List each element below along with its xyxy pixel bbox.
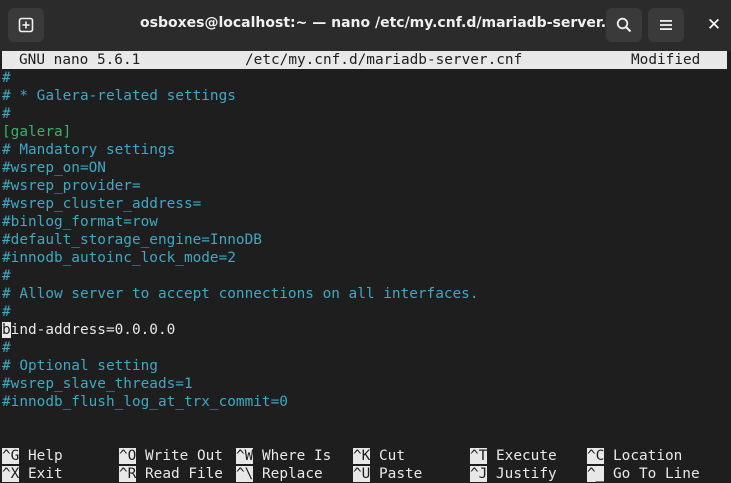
search-button[interactable]	[606, 8, 642, 42]
nano-status: Modified	[631, 52, 701, 68]
line-19: #innodb_flush_log_at_trx_commit=0	[2, 394, 288, 410]
shortcut-help[interactable]: ^G Help	[2, 447, 63, 465]
search-icon	[616, 17, 632, 33]
shortcut-key: ^C	[587, 448, 605, 464]
menu-button[interactable]	[648, 8, 684, 42]
editor-content[interactable]: # # * Galera-related settings # [galera]…	[2, 69, 727, 411]
close-icon: ✕	[706, 15, 722, 35]
shortcut-key: ^U	[353, 466, 371, 482]
line-2: # * Galera-related settings	[2, 88, 236, 104]
terminal-window: osboxes@localhost:~ — nano /etc/my.cnf.d…	[0, 0, 731, 482]
shortcut-key: ^K	[353, 448, 371, 464]
close-button[interactable]: ✕	[697, 8, 731, 42]
line-4: [galera]	[2, 124, 72, 140]
line-3: #	[2, 106, 11, 122]
text-cursor: b	[2, 322, 11, 338]
shortcut-justify[interactable]: ^J Justify	[470, 465, 557, 483]
nano-filename: /etc/my.cnf.d/mariadb-server.cnf	[245, 52, 523, 68]
shortcut-key: ^X	[2, 466, 20, 482]
line-7: #wsrep_provider=	[2, 178, 141, 194]
shortcut-execute[interactable]: ^T Execute	[470, 447, 557, 465]
shortcut-replace[interactable]: ^\ Replace	[236, 465, 323, 483]
shortcut-key: ^J	[470, 466, 488, 482]
terminal-area[interactable]: GNU nano 5.6.1 /etc/my.cnf.d/mariadb-ser…	[0, 51, 731, 482]
shortcut-cut[interactable]: ^K Cut	[353, 447, 405, 465]
shortcut-label: Location	[613, 448, 683, 464]
title-bar: osboxes@localhost:~ — nano /etc/my.cnf.d…	[0, 0, 731, 52]
line-6: #wsrep_on=ON	[2, 160, 106, 176]
nano-header-bar: GNU nano 5.6.1 /etc/my.cnf.d/mariadb-ser…	[2, 51, 727, 69]
shortcut-label: Execute	[496, 448, 557, 464]
shortcut-where-is[interactable]: ^W Where Is	[236, 447, 331, 465]
shortcut-label: Justify	[496, 466, 557, 482]
line-9: #binlog_format=row	[2, 214, 158, 230]
shortcut-key: ^G	[2, 448, 20, 464]
line-17: # Optional setting	[2, 358, 158, 374]
shortcut-read-file[interactable]: ^R Read File	[119, 465, 223, 483]
nano-version: GNU nano 5.6.1	[19, 52, 141, 68]
shortcut-label: Go To Line	[613, 466, 700, 482]
shortcut-label: Read File	[145, 466, 223, 482]
new-tab-button[interactable]	[8, 8, 44, 42]
shortcut-key: ^R	[119, 466, 137, 482]
shortcut-key: ^_	[587, 466, 605, 482]
shortcut-key: ^O	[119, 448, 137, 464]
line-14: #	[2, 304, 11, 320]
shortcut-key: ^\	[236, 466, 254, 482]
line-13: # Allow server to accept connections on …	[2, 286, 479, 302]
line-12: #	[2, 268, 11, 284]
window-title: osboxes@localhost:~ — nano /etc/my.cnf.d…	[140, 15, 631, 31]
shortcut-location[interactable]: ^C Location	[587, 447, 682, 465]
shortcut-key: ^W	[236, 448, 254, 464]
line-10: #default_storage_engine=InnoDB	[2, 232, 262, 248]
shortcut-write-out[interactable]: ^O Write Out	[119, 447, 223, 465]
shortcut-label: Paste	[379, 466, 423, 482]
shortcut-label: Replace	[262, 466, 323, 482]
shortcut-paste[interactable]: ^U Paste	[353, 465, 422, 483]
new-tab-icon	[18, 17, 34, 33]
line-11: #innodb_autoinc_lock_mode=2	[2, 250, 236, 266]
hamburger-menu-icon	[660, 20, 672, 30]
shortcut-label: Write Out	[145, 448, 223, 464]
line-15-rest: ind-address=0.0.0.0	[10, 322, 176, 338]
line-18: #wsrep_slave_threads=1	[2, 376, 193, 392]
shortcut-go-to-line[interactable]: ^_ Go To Line	[587, 465, 700, 483]
line-1: #	[2, 70, 11, 86]
line-8: #wsrep_cluster_address=	[2, 196, 202, 212]
line-15: bind-address=0.0.0.0	[2, 321, 727, 339]
shortcut-exit[interactable]: ^X Exit	[2, 465, 63, 483]
shortcut-key: ^T	[470, 448, 488, 464]
line-16: #	[2, 340, 11, 356]
shortcut-label: Exit	[28, 466, 63, 482]
shortcut-label: Cut	[379, 448, 405, 464]
line-5: # Mandatory settings	[2, 142, 176, 158]
shortcut-label: Where Is	[262, 448, 332, 464]
shortcut-label: Help	[28, 448, 63, 464]
